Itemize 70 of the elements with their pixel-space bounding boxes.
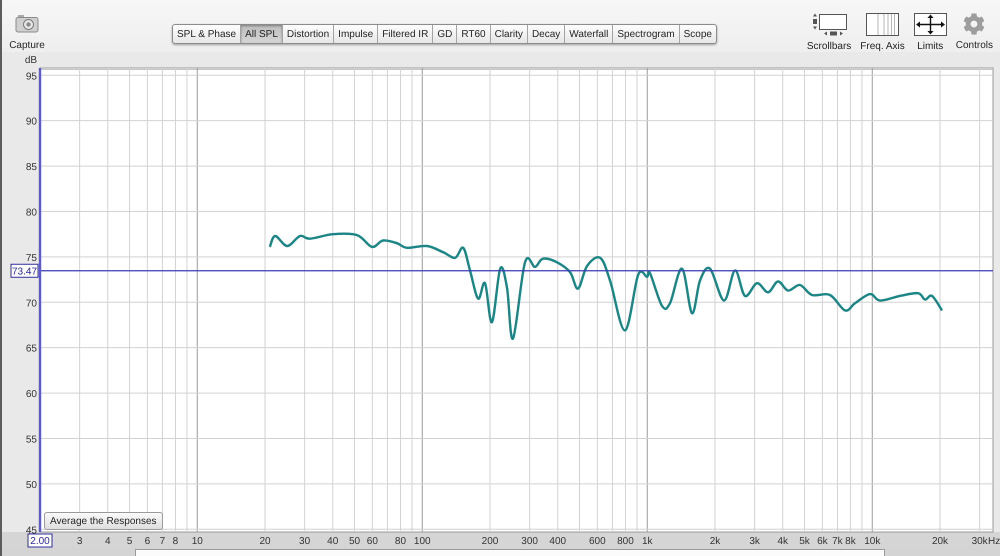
axis-tick-label: 20 xyxy=(259,536,271,547)
axis-tick-label: 8 xyxy=(172,536,178,547)
axis-tick-label: 300 xyxy=(521,536,538,547)
vertical-cursor-line[interactable] xyxy=(38,68,42,532)
axis-tick-label: 600 xyxy=(589,536,606,547)
capture-button[interactable]: Capture xyxy=(7,14,47,51)
view-tab[interactable]: Scope xyxy=(680,25,716,43)
toolbar-button[interactable]: Freq. Axis xyxy=(860,13,905,51)
average-responses-button[interactable]: Average the Responses xyxy=(44,512,163,530)
axis-tick-label: 10k xyxy=(864,536,880,547)
toolbar-button[interactable]: Controls xyxy=(956,13,993,51)
view-tab[interactable]: Decay xyxy=(528,25,566,43)
view-tab[interactable]: Waterfall xyxy=(565,25,614,43)
cursor-level-readout: 73.47 xyxy=(10,264,38,278)
axis-tick-label: 5 xyxy=(126,536,132,547)
axis-tick-label: 50 xyxy=(348,536,360,547)
axis-tick-label: 20k xyxy=(932,536,948,547)
axis-tick-label: 1k xyxy=(642,536,653,547)
ref-line-label: 73.47 xyxy=(12,266,38,278)
axis-tick-label: 45 xyxy=(26,525,37,536)
axis-tick-label: 40 xyxy=(327,536,338,547)
axis-tick-label: 4k xyxy=(777,536,788,547)
axis-tick-label: 50 xyxy=(26,480,37,491)
axis-tick-label: 95 xyxy=(26,71,37,82)
camera-icon xyxy=(15,14,39,33)
axis-unit-label: dB xyxy=(24,55,38,66)
settings-icon xyxy=(963,13,986,35)
axis-tick-label: 65 xyxy=(26,344,37,355)
axis-unit-label: Hz xyxy=(988,536,1000,547)
axis-tick-label: 75 xyxy=(26,252,37,264)
window-scrollbars-icon xyxy=(811,13,848,36)
axis-tick-label: 6k xyxy=(817,536,828,547)
view-tab[interactable]: All SPL xyxy=(241,25,283,43)
cursor-frequency-readout: 2.00 xyxy=(28,534,52,548)
axis-tick-label: 60 xyxy=(26,389,37,400)
axis-tick-label: 4 xyxy=(104,536,111,547)
axis-tick-label: 80 xyxy=(394,536,406,547)
axis-tick-label: 7 xyxy=(160,536,166,547)
axis-tick-label: 55 xyxy=(26,434,37,446)
axis-tick-label: 10 xyxy=(192,536,203,547)
view-tab[interactable]: Distortion xyxy=(282,25,334,43)
axis-tick-label: 8k xyxy=(845,536,856,547)
axis-tick-label: 800 xyxy=(617,536,634,547)
axis-tick-label: 30k xyxy=(972,536,988,547)
axis-tick-label: 3 xyxy=(76,536,82,547)
axis-tick-label: 80 xyxy=(26,207,37,218)
axis-tick-label: 400 xyxy=(549,536,566,547)
scrollbar-track[interactable] xyxy=(2,548,1000,556)
view-tab[interactable]: Impulse xyxy=(334,25,378,43)
axis-tick-label: 100 xyxy=(414,536,431,547)
axis-tick-label: 7k xyxy=(832,536,843,547)
view-tab[interactable]: Clarity xyxy=(490,25,528,43)
view-tab[interactable]: GD xyxy=(433,25,458,43)
view-tab[interactable]: RT60 xyxy=(457,25,491,43)
axis-tick-label: 85 xyxy=(26,162,37,174)
axis-tick-label: 70 xyxy=(26,298,37,310)
scrollbar-thumb[interactable] xyxy=(135,549,885,556)
axis-tick-label: 200 xyxy=(482,536,498,547)
axis-tick-label: 90 xyxy=(26,116,37,128)
axis-tick-label: 30 xyxy=(299,536,310,547)
view-tab[interactable]: Filtered IR xyxy=(378,25,434,43)
view-tab[interactable]: Spectrogram xyxy=(613,25,680,43)
toolbar-button[interactable]: Scrollbars xyxy=(806,13,852,51)
axis-tick-label: 3k xyxy=(749,536,760,547)
toolbar-button[interactable]: Limits xyxy=(914,13,947,51)
axis-tick-label: 6 xyxy=(144,536,150,547)
axis-tick-label: 60 xyxy=(366,536,378,547)
grid-lines-icon xyxy=(866,13,900,36)
axis-tick-label: 5k xyxy=(799,536,810,547)
axis-tick-label: 2k xyxy=(710,536,720,547)
